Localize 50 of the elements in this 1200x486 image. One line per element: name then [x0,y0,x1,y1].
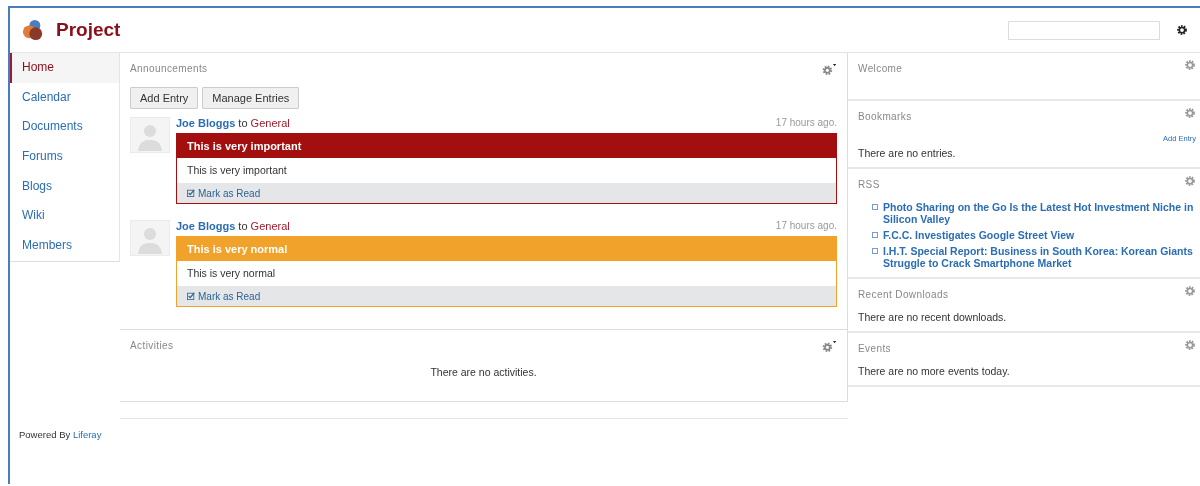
announcement-text: This is very important [186,163,288,178]
nav-item[interactable]: Home [10,53,119,83]
footer-link[interactable]: Liferay [72,429,102,440]
rss-link[interactable]: F.C.C. Investigates Google Street View [883,229,1075,241]
announcement-title: This is very normal [177,237,836,261]
square-bullet-icon [872,204,878,210]
avatar-icon [130,220,170,256]
checkbox-icon [187,292,195,300]
site-title: Project [56,19,121,41]
entry-time: 17 hours ago. [775,117,837,129]
entry-byline: Joe Bloggs to General [176,220,290,232]
empty-message: There are no entries. [858,147,957,159]
square-bullet-icon [872,248,878,254]
panel-title: Recent Downloads [858,289,949,300]
panel-title: Bookmarks [858,111,912,122]
nav-item[interactable]: Blogs [10,171,119,202]
mark-as-read-link[interactable]: Mark as Read [187,187,261,199]
settings-icon[interactable] [1176,24,1188,36]
mark-as-read-link[interactable]: Mark as Read [187,290,261,302]
author-link[interactable]: Joe Bloggs [176,117,236,129]
avatar-icon [130,117,170,153]
entry-time: 17 hours ago. [775,220,837,232]
panel-title: RSS [858,179,880,190]
checkbox-icon [187,189,195,197]
empty-message: There are no more events today. [858,365,1011,377]
nav-item[interactable]: Wiki [10,201,119,232]
panel-title: Events [858,343,891,354]
nav-item[interactable]: Members [10,231,119,261]
channel-link[interactable]: General [250,220,290,232]
channel-link[interactable]: General [250,117,290,129]
announcement-text: This is very normal [186,266,277,281]
square-bullet-icon [872,232,878,238]
panel-title: Announcements [130,63,208,74]
logo-icon [22,19,44,41]
author-link[interactable]: Joe Bloggs [176,220,236,232]
search-field[interactable] [1008,20,1160,40]
entry-byline: Joe Bloggs to General [176,117,290,129]
footer-text: Powered By Liferay [19,429,102,440]
empty-message: There are no recent downloads. [858,311,1008,323]
rss-link[interactable]: Photo Sharing on the Go Is the Latest Hot Investment Niche in Silicon Valley [883,201,1196,225]
empty-message: There are no activities. [429,366,538,378]
nav-item[interactable]: Forums [10,142,119,172]
panel-title: Activities [130,340,174,351]
rss-link[interactable]: I.H.T. Special Report: Business in South Korea: Korean Giants Struggle to Crack Smartphone Market [883,245,1196,269]
toolbar-button[interactable]: Add Entry [130,87,199,109]
panel-title: Welcome [858,63,903,74]
nav-item[interactable]: Calendar [10,82,119,113]
toolbar-button[interactable]: Manage Entries [202,87,300,109]
nav-item[interactable]: Documents [10,112,119,143]
announcement-title: This is very important [177,134,836,158]
